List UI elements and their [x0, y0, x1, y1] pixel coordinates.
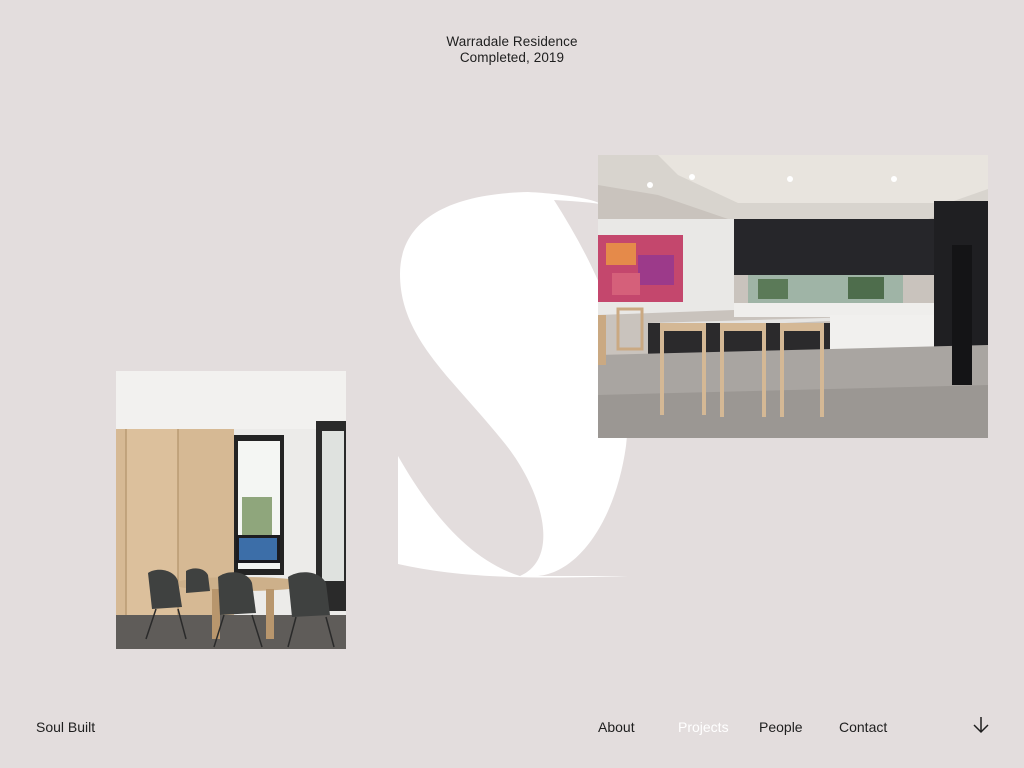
s-monogram-logo	[398, 192, 628, 578]
nav-contact-link[interactable]: Contact	[839, 719, 887, 735]
nav-projects-link[interactable]: Projects	[678, 719, 729, 735]
arrow-down-icon[interactable]	[970, 714, 992, 736]
brand-name[interactable]: Soul Built	[36, 719, 95, 735]
kitchen-photo	[598, 155, 988, 438]
dining-photo	[116, 371, 346, 649]
project-header: Warradale Residence Completed, 2019	[0, 34, 1024, 66]
page: Warradale Residence Completed, 2019 Soul…	[0, 0, 1024, 768]
project-title: Warradale Residence	[446, 34, 578, 49]
project-status: Completed, 2019	[459, 50, 565, 65]
nav-about-link[interactable]: About	[598, 719, 635, 735]
nav-people-link[interactable]: People	[759, 719, 803, 735]
